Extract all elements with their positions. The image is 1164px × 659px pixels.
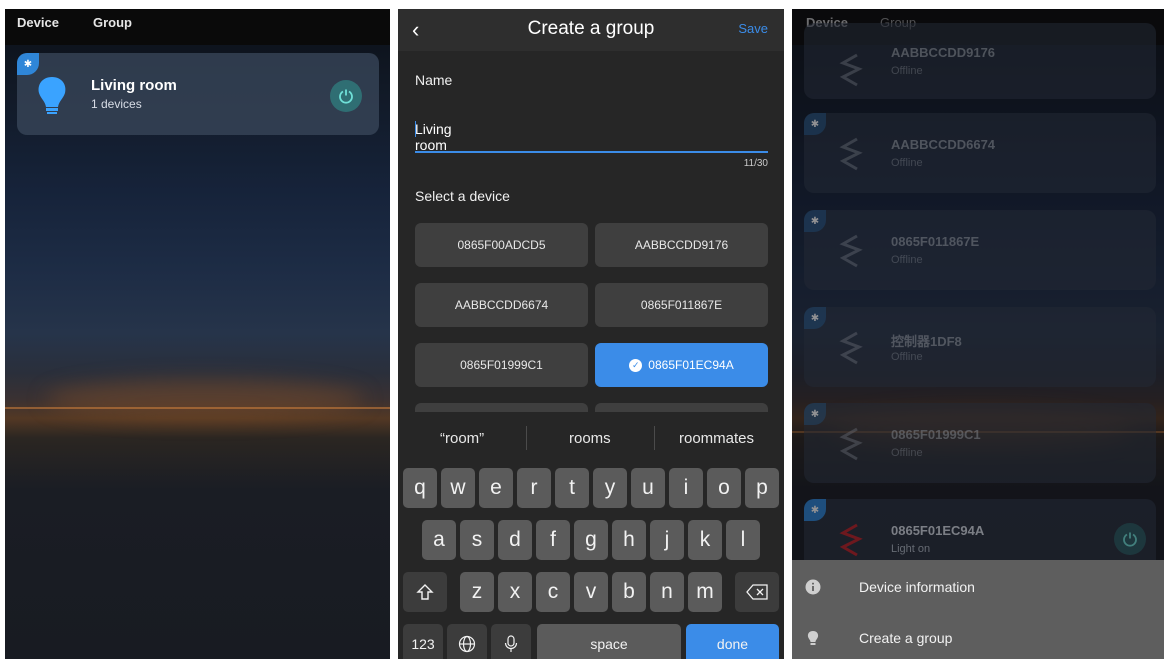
key[interactable]: p — [745, 468, 779, 508]
header-bar: ‹ Create a group Save — [398, 9, 784, 51]
suggestion-item[interactable]: “room” — [440, 430, 484, 447]
key[interactable]: f — [536, 520, 570, 560]
globe-key[interactable] — [447, 624, 487, 659]
bulb-icon — [38, 77, 66, 114]
key[interactable]: u — [631, 468, 665, 508]
device-list-screen: Device Group AABBCCDD9176 Offline ✱ AABB… — [792, 9, 1164, 659]
device-option[interactable]: AABBCCDD9176 — [595, 223, 768, 267]
key[interactable]: g — [574, 520, 608, 560]
power-icon — [339, 89, 353, 104]
action-sheet: Device information Create a group — [792, 560, 1164, 659]
tab-group[interactable]: Group — [93, 15, 132, 30]
bulb-icon — [807, 631, 819, 645]
device-option[interactable]: AABBCCDD6674 — [415, 283, 588, 327]
select-device-label: Select a device — [415, 188, 510, 204]
tab-device[interactable]: Device — [17, 15, 59, 30]
onscreen-keyboard: “room” rooms roommates q w e r t y u i o… — [398, 412, 784, 659]
numbers-key[interactable]: 123 — [403, 624, 443, 659]
key[interactable]: v — [574, 572, 608, 612]
space-key[interactable]: space — [537, 624, 681, 659]
mic-key[interactable] — [491, 624, 531, 659]
done-key[interactable]: done — [686, 624, 779, 659]
key[interactable]: m — [688, 572, 722, 612]
horizon-line — [5, 407, 390, 409]
text-caret — [415, 121, 416, 137]
key[interactable]: y — [593, 468, 627, 508]
key[interactable]: w — [441, 468, 475, 508]
device-option-selected[interactable]: ✓ 0865F01EC94A — [595, 343, 768, 387]
key[interactable]: s — [460, 520, 494, 560]
key[interactable]: j — [650, 520, 684, 560]
group-name-value: Living room — [415, 121, 452, 153]
device-option[interactable]: 0865F011867E — [595, 283, 768, 327]
globe-icon — [458, 635, 476, 653]
key[interactable]: e — [479, 468, 513, 508]
microphone-icon — [504, 635, 518, 652]
menu-item-label: Create a group — [859, 630, 953, 646]
shift-icon — [416, 584, 434, 600]
suggestion-item[interactable]: rooms — [569, 430, 611, 447]
bluetooth-icon: ✱ — [17, 53, 39, 75]
top-tab-bar: Device Group — [5, 9, 390, 45]
key[interactable]: c — [536, 572, 570, 612]
key[interactable]: h — [612, 520, 646, 560]
device-option[interactable]: 0865F00ADCD5 — [415, 223, 588, 267]
key[interactable]: a — [422, 520, 456, 560]
suggestion-item[interactable]: roommates — [679, 430, 754, 447]
page-title: Create a group — [527, 18, 655, 39]
char-counter: 11/30 — [743, 158, 768, 169]
check-icon: ✓ — [629, 358, 643, 372]
key[interactable]: d — [498, 520, 532, 560]
key[interactable]: i — [669, 468, 703, 508]
key[interactable]: k — [688, 520, 722, 560]
key[interactable]: t — [555, 468, 589, 508]
suggestion-bar: “room” rooms roommates — [398, 412, 784, 464]
key[interactable]: n — [650, 572, 684, 612]
name-label: Name — [415, 72, 453, 88]
key[interactable]: b — [612, 572, 646, 612]
group-card-living-room[interactable]: ✱ Living room 1 devices — [17, 53, 379, 135]
create-group-screen: ‹ Create a group Save Name Living room 1… — [398, 9, 784, 659]
group-device-count: 1 devices — [91, 97, 142, 111]
info-icon — [805, 579, 821, 595]
device-option[interactable]: 0865F01999C1 — [415, 343, 588, 387]
key[interactable]: r — [517, 468, 551, 508]
backspace-key[interactable] — [735, 572, 779, 612]
group-name-input[interactable]: Living room — [415, 117, 768, 153]
key[interactable]: x — [498, 572, 532, 612]
key[interactable]: l — [726, 520, 760, 560]
key[interactable]: o — [707, 468, 741, 508]
backspace-icon — [746, 584, 768, 600]
group-name: Living room — [91, 77, 177, 94]
key[interactable]: q — [403, 468, 437, 508]
group-list-screen: Device Group ✱ Living room 1 devices — [5, 9, 390, 659]
divider — [654, 426, 655, 450]
selected-device-label: 0865F01EC94A — [648, 358, 734, 372]
menu-item-label: Device information — [859, 579, 975, 595]
modal-overlay[interactable] — [792, 9, 1164, 560]
power-button[interactable] — [330, 80, 362, 112]
divider — [526, 426, 527, 450]
save-button[interactable]: Save — [738, 21, 768, 36]
key[interactable]: z — [460, 572, 494, 612]
horizon-glow — [45, 379, 365, 419]
shift-key[interactable] — [403, 572, 447, 612]
